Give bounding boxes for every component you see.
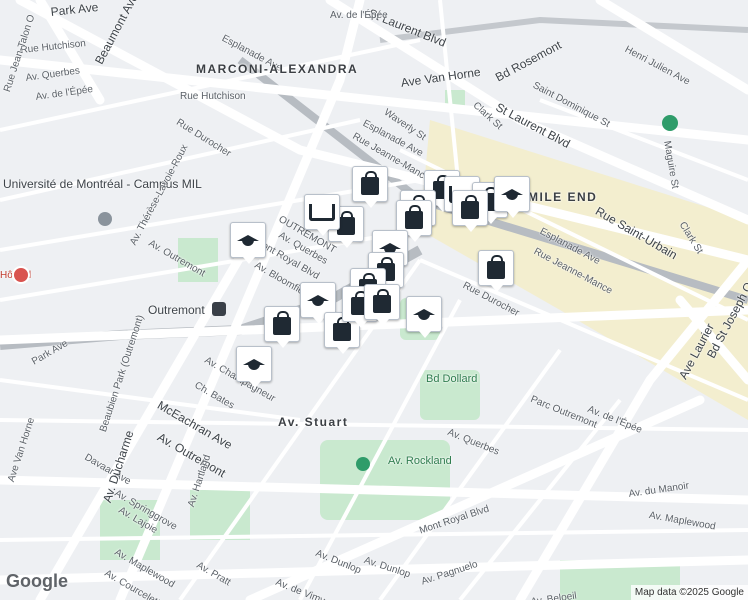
map-canvas[interactable]: Park Ave Rue Hutchison Esplanade Ave St Lau… (0, 0, 748, 600)
shopping-bag-icon (373, 289, 391, 313)
neighbourhood-label: MARCONI-ALEXANDRA (196, 62, 359, 76)
education-pin[interactable] (406, 296, 442, 338)
minor-road (0, 38, 421, 132)
graduation-cap-icon (501, 189, 523, 200)
shopping-pin[interactable] (352, 166, 388, 208)
education-pin[interactable] (494, 176, 530, 218)
shopping-pin[interactable] (478, 250, 514, 292)
education-pin[interactable] (230, 222, 266, 264)
graduation-cap-icon (413, 309, 435, 320)
shopping-bag-icon (461, 195, 479, 219)
street-label: Av. Rockland (388, 455, 452, 467)
hospital-icon[interactable] (12, 266, 30, 284)
graduation-cap-icon (237, 235, 259, 246)
neighbourhood-label: MILE END (528, 190, 598, 204)
shopping-pin[interactable] (364, 284, 400, 326)
graduation-cap-icon (307, 295, 329, 306)
shopping-bag-icon (405, 205, 423, 229)
shopping-bag-icon (361, 171, 379, 195)
street-label: Bd Dollard (426, 373, 478, 385)
street-label: Rue Hutchison (180, 91, 246, 102)
shopping-bag-icon (273, 311, 291, 335)
graduation-cap-icon (243, 359, 265, 370)
street-label: Outremont (148, 303, 205, 317)
grocery-pin[interactable] (304, 194, 340, 236)
street-label: Av. Stuart (278, 415, 349, 429)
shopping-bag-icon (333, 317, 351, 341)
park-area (320, 440, 450, 520)
map-attribution[interactable]: Map data ©2025 Google (630, 585, 748, 600)
park-tree-icon[interactable] (356, 457, 370, 471)
shopping-bag-icon (487, 255, 505, 279)
shopping-cart-icon (309, 203, 335, 221)
education-pin[interactable] (236, 346, 272, 388)
metro-station-icon[interactable] (212, 302, 226, 316)
google-logo: Google (6, 571, 68, 591)
street-label: Av. de l'Épée (330, 10, 388, 21)
place-pin-icon[interactable] (662, 115, 678, 131)
university-icon[interactable] (98, 212, 112, 226)
shopping-pin[interactable] (264, 306, 300, 348)
shopping-pin[interactable] (452, 190, 488, 232)
